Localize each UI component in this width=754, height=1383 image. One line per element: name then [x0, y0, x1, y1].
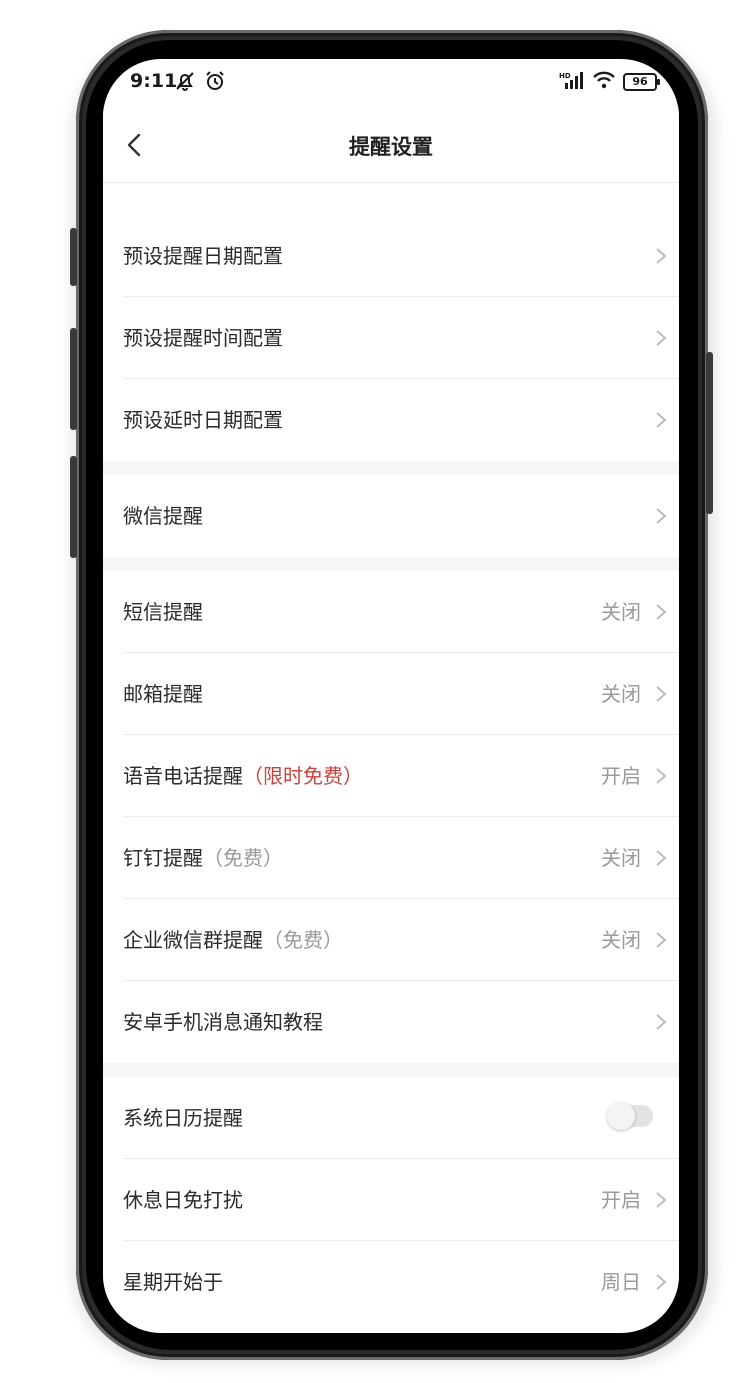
- page-title: 提醒设置: [349, 135, 433, 159]
- row-value: 关闭: [601, 600, 641, 624]
- mute-icon: [173, 69, 197, 97]
- power-button: [706, 352, 713, 514]
- volume-down-button: [70, 456, 77, 558]
- android-tutorial-row[interactable]: 安卓手机消息通知教程: [103, 981, 679, 1063]
- mute-switch: [70, 228, 77, 286]
- chevron-right-icon: [656, 686, 667, 702]
- status-icons-right: HD 96: [559, 71, 660, 93]
- chevron-right-icon: [656, 604, 667, 620]
- chevron-right-icon: [656, 1014, 667, 1030]
- free-badge: （免费）: [263, 928, 343, 952]
- system-calendar-row: 系统日历提醒: [103, 1077, 679, 1159]
- settings-list: 预设提醒日期配置 预设提醒时间配置 预设延时日期配置 微信提醒 短信提醒 关闭 …: [103, 183, 679, 1333]
- preset-date-row[interactable]: 预设提醒日期配置: [103, 215, 679, 297]
- chevron-right-icon: [656, 508, 667, 524]
- group-separator: [103, 557, 679, 571]
- volume-up-button: [70, 328, 77, 430]
- system-calendar-toggle[interactable]: [607, 1102, 653, 1130]
- row-value: 关闭: [601, 928, 641, 952]
- group-separator: [103, 461, 679, 475]
- scrolled-off-row: [103, 183, 679, 215]
- svg-text:HD: HD: [559, 72, 571, 80]
- row-label: 企业微信群提醒（免费）: [123, 899, 343, 981]
- voice-call-reminder-row[interactable]: 语音电话提醒（限时免费） 开启: [103, 735, 679, 817]
- wifi-icon: [592, 71, 616, 93]
- row-value: 开启: [601, 764, 641, 788]
- email-reminder-row[interactable]: 邮箱提醒 关闭: [103, 653, 679, 735]
- chevron-right-icon: [656, 768, 667, 784]
- row-label-text: 钉钉提醒: [123, 846, 203, 870]
- row-label: 语音电话提醒（限时免费）: [123, 735, 363, 817]
- wecom-group-reminder-row[interactable]: 企业微信群提醒（免费） 关闭: [103, 899, 679, 981]
- chevron-right-icon: [656, 330, 667, 346]
- week-start-row[interactable]: 星期开始于 周日: [103, 1241, 679, 1323]
- chevron-right-icon: [656, 1192, 667, 1208]
- row-label: 预设提醒时间配置: [123, 326, 283, 350]
- holiday-dnd-row[interactable]: 休息日免打扰 开启: [103, 1159, 679, 1241]
- battery-icon: 96: [623, 73, 660, 91]
- row-label-text: 企业微信群提醒: [123, 928, 263, 952]
- row-label: 预设提醒日期配置: [123, 244, 283, 268]
- row-value: 关闭: [601, 846, 641, 870]
- toggle-knob: [607, 1102, 635, 1130]
- free-badge: （限时免费）: [243, 764, 363, 788]
- wechat-reminder-row[interactable]: 微信提醒: [103, 475, 679, 557]
- chevron-right-icon: [656, 1274, 667, 1290]
- chevron-right-icon: [656, 850, 667, 866]
- group-separator: [103, 1063, 679, 1077]
- sms-reminder-row[interactable]: 短信提醒 关闭: [103, 571, 679, 653]
- status-icons-left: [173, 69, 227, 97]
- row-label: 预设延时日期配置: [123, 408, 283, 432]
- status-time: 9:11: [130, 70, 178, 92]
- row-label: 短信提醒: [123, 600, 203, 624]
- row-value: 周日: [601, 1270, 641, 1294]
- status-bar: 9:11 HD 96: [103, 59, 679, 107]
- row-label: 邮箱提醒: [123, 682, 203, 706]
- row-label: 星期开始于: [123, 1270, 223, 1294]
- signal-icon: HD: [559, 71, 585, 93]
- preset-time-row[interactable]: 预设提醒时间配置: [103, 297, 679, 379]
- nav-header: 提醒设置: [103, 107, 679, 183]
- row-label: 钉钉提醒（免费）: [123, 817, 283, 899]
- chevron-right-icon: [656, 412, 667, 428]
- row-label-text: 语音电话提醒: [123, 764, 243, 788]
- row-label: 微信提醒: [123, 504, 203, 528]
- chevron-right-icon: [656, 248, 667, 264]
- row-value: 开启: [601, 1188, 641, 1212]
- phone-screen: 9:11 HD 96 提醒设置 预设提醒日期配置 预设提醒时间配置 预设延时日期…: [103, 59, 679, 1333]
- alarm-icon: [203, 69, 227, 97]
- row-value: 关闭: [601, 682, 641, 706]
- dingtalk-reminder-row[interactable]: 钉钉提醒（免费） 关闭: [103, 817, 679, 899]
- row-label: 休息日免打扰: [123, 1188, 243, 1212]
- chevron-right-icon: [656, 932, 667, 948]
- row-label: 系统日历提醒: [123, 1106, 243, 1130]
- preset-delay-row[interactable]: 预设延时日期配置: [103, 379, 679, 461]
- row-label: 安卓手机消息通知教程: [123, 1010, 323, 1034]
- free-badge: （免费）: [203, 846, 283, 870]
